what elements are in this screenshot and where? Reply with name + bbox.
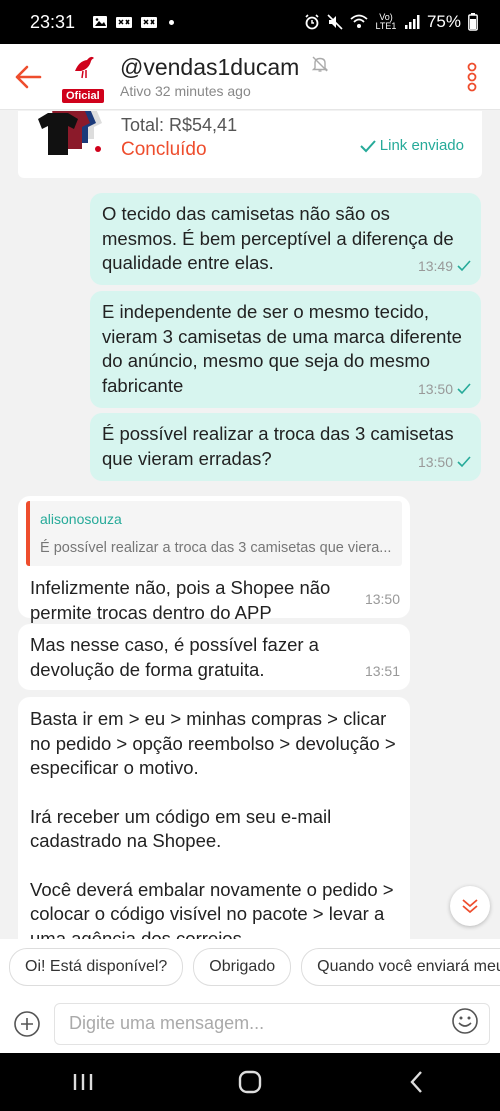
read-check-icon [457, 260, 471, 271]
double-chevron-down-icon [462, 899, 478, 914]
message-bubble-outgoing[interactable]: É possível realizar a troca das 3 camise… [90, 413, 481, 481]
more-vertical-icon [467, 62, 477, 91]
message-bubble-outgoing[interactable]: E independente de ser o mesmo tecido, vi… [90, 291, 481, 408]
recent-apps-icon [74, 1074, 93, 1090]
quick-replies-bar: Oi! Está disponível? Obrigado Quando voc… [0, 939, 500, 994]
quick-reply-chip[interactable]: Quando você enviará meu pedido? [301, 947, 500, 986]
message-bubble-incoming[interactable]: Basta ir em > eu > minhas compras > clic… [18, 697, 410, 939]
app-notification-icon-2 [140, 14, 158, 30]
wifi-icon [350, 14, 368, 30]
message-meta: 13:50 [418, 377, 471, 402]
message-meta: 13:51 [365, 659, 400, 684]
home-button[interactable] [220, 1057, 280, 1107]
official-badge: Oficial [62, 88, 104, 103]
message-time: 13:50 [364, 590, 400, 607]
message-time: 13:50 [417, 453, 453, 470]
message-text: O tecido das camisetas não são os mesmos… [102, 203, 454, 273]
back-nav-button[interactable] [387, 1057, 447, 1107]
quick-reply-chip[interactable]: Oi! Está disponível? [9, 947, 184, 986]
message-time: 13:49 [417, 257, 453, 274]
system-nav-bar [0, 1053, 500, 1111]
link-sent-label: Link enviado [360, 137, 464, 154]
header-title-block[interactable]: @vendas1ducam Ativo 32 minutes ago [120, 54, 299, 99]
message-input[interactable] [69, 1013, 451, 1034]
link-sent-text: Link enviado [379, 137, 464, 154]
quick-reply-chip[interactable]: Obrigado [193, 947, 292, 986]
more-options-button[interactable] [444, 44, 500, 110]
signal-icon [404, 14, 420, 30]
message-meta: 13:50 [365, 587, 400, 612]
message-paragraph: Basta ir em > eu > minhas compras > clic… [30, 708, 396, 778]
quoted-text: É possível realizar a troca das 3 camise… [40, 539, 392, 556]
order-total: Total: R$54,41 [121, 115, 238, 135]
emoji-button[interactable] [451, 1007, 479, 1040]
product-thumbnail [34, 111, 108, 163]
status-bar: 23:31 Vo) LTE1 75% [0, 0, 500, 44]
message-meta: 13:49 [418, 254, 471, 279]
chevron-left-icon [410, 1071, 422, 1093]
message-paragraph: Irá receber um código em seu e-mail cada… [30, 805, 332, 852]
chat-header: Oficial @vendas1ducam Ativo 32 minutes a… [0, 44, 500, 110]
back-button[interactable] [0, 44, 56, 110]
message-bubble-outgoing[interactable]: O tecido das camisetas não são os mesmos… [90, 193, 481, 285]
quoted-reply[interactable]: alisonosouza É possível realizar a troca… [26, 501, 402, 566]
message-text: E independente de ser o mesmo tecido, vi… [102, 301, 462, 396]
mute-icon [327, 14, 343, 30]
arrow-left-icon [15, 65, 42, 88]
recent-apps-button[interactable] [53, 1057, 113, 1107]
attach-button[interactable] [0, 1010, 54, 1038]
message-time: 13:50 [417, 380, 453, 397]
emoji-icon [452, 1008, 478, 1034]
message-bubble-incoming[interactable]: alisonosouza É possível realizar a troca… [18, 496, 410, 623]
message-time: 13:51 [364, 662, 400, 679]
message-paragraph: Você deverá embalar novamente o pedido >… [30, 878, 394, 940]
bell-muted-icon [311, 55, 329, 78]
bird-logo-icon [75, 56, 94, 78]
message-input-container[interactable] [54, 1002, 490, 1045]
chat-messages-area[interactable]: Total: R$54,41 Concluído Link enviado O … [0, 111, 500, 939]
shop-active-status: Ativo 32 minutes ago [120, 83, 251, 99]
battery-icon [468, 13, 478, 31]
order-card[interactable]: Total: R$54,41 Concluído Link enviado [18, 111, 482, 178]
message-text: Mas nesse caso, é possível fazer a devol… [30, 634, 319, 680]
message-input-bar [0, 994, 500, 1053]
scroll-to-bottom-button[interactable] [450, 886, 490, 926]
alarm-icon [304, 14, 320, 30]
more-notifications-dot [169, 19, 175, 25]
check-icon [360, 139, 376, 152]
battery-level: 75% [426, 12, 461, 31]
read-check-icon [457, 456, 471, 467]
plus-circle-icon [14, 1010, 40, 1037]
shop-avatar[interactable]: Oficial [62, 51, 106, 103]
message-bubble-incoming[interactable]: Mas nesse caso, é possível fazer a devol… [18, 624, 410, 690]
message-meta: 13:50 [418, 450, 471, 475]
app-notification-icon [115, 14, 133, 30]
order-status: Concluído [121, 139, 207, 160]
network-label: Vo) LTE1 [375, 12, 397, 31]
message-text: Infelizmente não, pois a Shopee não perm… [30, 577, 331, 623]
message-text: É possível realizar a troca das 3 camise… [102, 423, 454, 469]
quoted-author: alisonosouza [40, 511, 122, 527]
clock: 23:31 [30, 11, 76, 32]
read-check-icon [457, 383, 471, 394]
shop-name: @vendas1ducam [120, 54, 300, 80]
home-icon [238, 1070, 262, 1094]
gallery-notification-icon [92, 14, 108, 30]
